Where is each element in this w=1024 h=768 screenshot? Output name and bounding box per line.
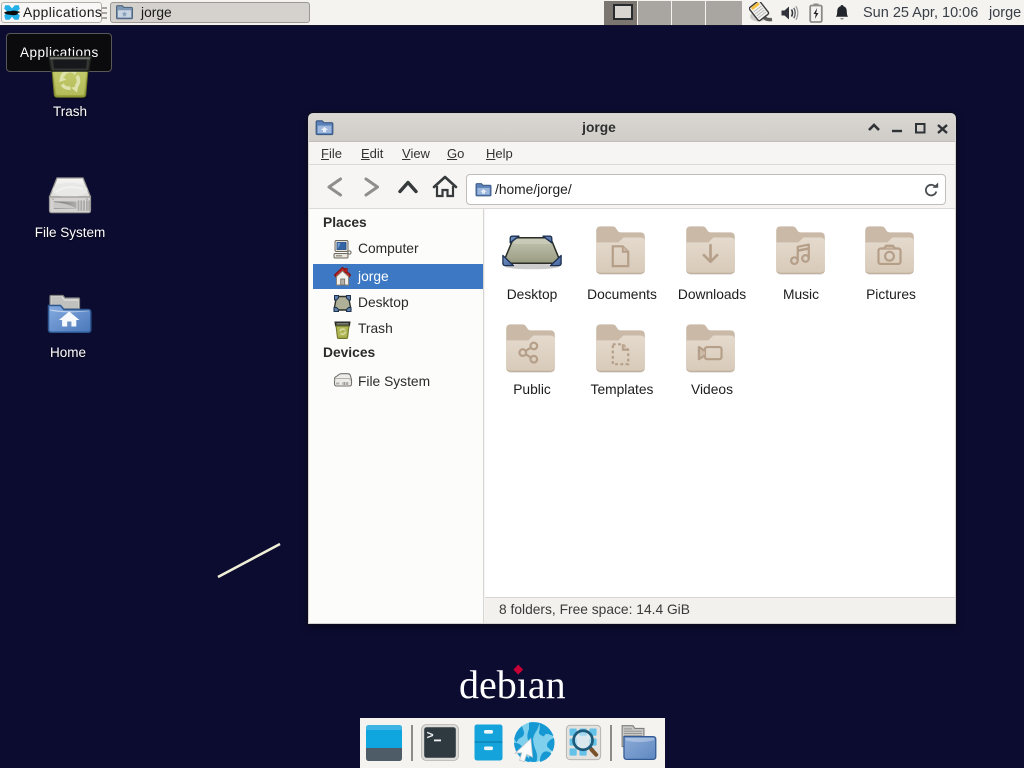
svg-text:>: > bbox=[427, 729, 434, 743]
